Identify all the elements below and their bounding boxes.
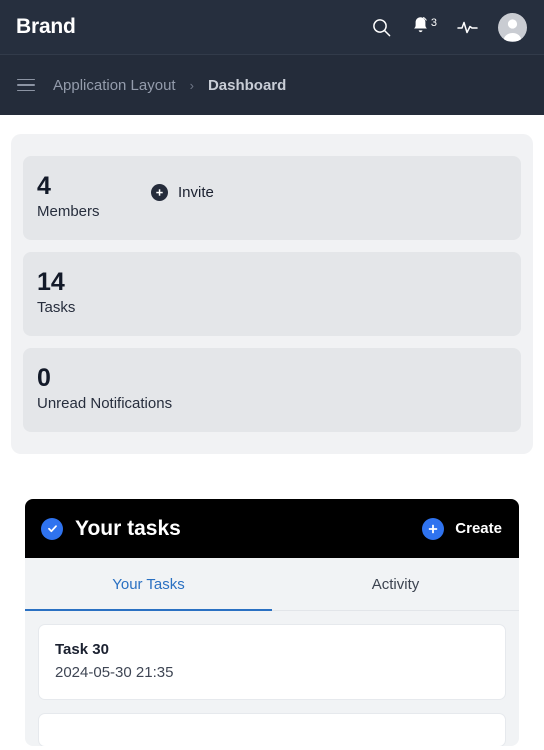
plus-circle-icon bbox=[422, 517, 445, 540]
tasks-tabs: Your Tasks Activity bbox=[25, 558, 519, 611]
notifications-button[interactable]: 3 bbox=[411, 15, 437, 40]
tab-your-tasks[interactable]: Your Tasks bbox=[25, 558, 272, 611]
list-item[interactable]: Task 30 2024-05-30 21:35 bbox=[38, 624, 506, 700]
breadcrumb-item-parent[interactable]: Application Layout bbox=[53, 77, 176, 94]
brand-logo[interactable]: Brand bbox=[16, 15, 76, 39]
search-icon[interactable] bbox=[372, 18, 391, 37]
create-label: Create bbox=[455, 520, 502, 537]
chevron-right-icon: › bbox=[189, 77, 194, 93]
stat-label: Unread Notifications bbox=[37, 395, 173, 412]
stat-card-members: 4 Members Invite bbox=[23, 156, 521, 240]
stat-value: 14 bbox=[37, 268, 65, 296]
invite-label: Invite bbox=[178, 184, 214, 201]
plus-circle-icon bbox=[151, 184, 168, 201]
tasks-title-group: Your tasks bbox=[41, 517, 181, 541]
avatar[interactable] bbox=[498, 12, 527, 42]
stat-label: Tasks bbox=[37, 299, 76, 316]
task-date: 2024-05-30 21:35 bbox=[55, 664, 174, 681]
bell-icon bbox=[411, 15, 430, 40]
list-item[interactable] bbox=[38, 713, 506, 746]
hamburger-menu-icon[interactable] bbox=[17, 78, 35, 92]
stat-label: Members bbox=[37, 203, 100, 220]
navbar-actions: 3 bbox=[372, 12, 527, 42]
stat-value: 0 bbox=[37, 364, 51, 392]
check-circle-icon bbox=[41, 517, 63, 540]
breadcrumb: Application Layout › Dashboard bbox=[0, 55, 544, 115]
page-title: Your tasks bbox=[75, 516, 181, 540]
stat-card-tasks: 14 Tasks bbox=[23, 252, 521, 336]
create-task-button[interactable]: Create bbox=[422, 517, 502, 540]
stat-value: 4 bbox=[37, 172, 51, 200]
notification-badge: 3 bbox=[430, 16, 437, 29]
top-navbar: Brand 3 bbox=[0, 0, 544, 55]
tab-activity[interactable]: Activity bbox=[272, 558, 519, 610]
tasks-panel: Your tasks Create Your Tasks Activity Ta… bbox=[25, 499, 519, 746]
breadcrumb-item-current: Dashboard bbox=[207, 76, 287, 94]
activity-pulse-icon[interactable] bbox=[457, 18, 478, 36]
task-name: Task 30 bbox=[55, 641, 109, 658]
invite-button[interactable]: Invite bbox=[151, 184, 214, 201]
tasks-list: Task 30 2024-05-30 21:35 bbox=[25, 611, 519, 746]
stat-card-unread-notifications: 0 Unread Notifications bbox=[23, 348, 521, 432]
stats-panel: 4 Members Invite 14 Tasks 0 Unread Notif… bbox=[11, 134, 533, 454]
tasks-panel-header: Your tasks Create bbox=[25, 499, 519, 558]
